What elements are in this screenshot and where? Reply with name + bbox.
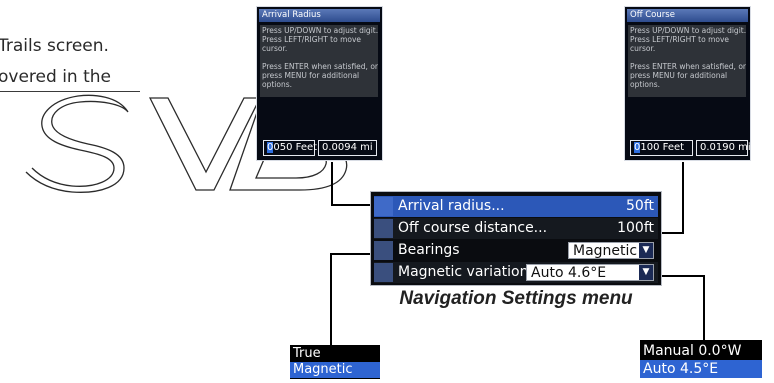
navigation-settings-menu: Arrival radius... 50ft Off course distan… (370, 191, 662, 286)
menu-item-value: 100ft (617, 220, 654, 236)
menu-item-magnetic-variation[interactable]: Magnetic variation Auto 4.6°E ▼ (374, 262, 658, 283)
bearings-options-list: True Magnetic (290, 345, 380, 379)
menu-item-off-course-distance[interactable]: Off course distance... 100ft (374, 218, 658, 239)
menu-item-label: Arrival radius... (398, 198, 505, 214)
row-gutter (374, 219, 393, 238)
row-gutter (374, 197, 393, 216)
menu-item-arrival-radius[interactable]: Arrival radius... 50ft (374, 196, 658, 217)
menu-item-bearings[interactable]: Bearings Magnetic ▼ (374, 240, 658, 261)
bearings-dropdown[interactable]: Magnetic ▼ (568, 242, 654, 259)
menu-item-value: 50ft (626, 198, 654, 214)
menu-item-label: Bearings (398, 242, 460, 258)
option-auto[interactable]: Auto 4.5°E (640, 360, 762, 378)
variation-options-list: Manual 0.0°W Auto 4.5°E (640, 340, 762, 378)
option-magnetic[interactable]: Magnetic (290, 362, 380, 378)
dropdown-value: Auto 4.6°E (531, 265, 607, 281)
option-manual[interactable]: Manual 0.0°W (640, 342, 762, 360)
menu-item-label: Off course distance... (398, 220, 548, 236)
dropdown-value: Magnetic (573, 243, 638, 259)
menu-item-label: Magnetic variation (398, 264, 529, 280)
figure-caption: Navigation Settings menu (399, 288, 633, 309)
chevron-down-icon: ▼ (639, 243, 653, 258)
row-gutter (374, 263, 393, 282)
magnetic-variation-dropdown[interactable]: Auto 4.6°E ▼ (526, 264, 654, 281)
row-gutter (374, 241, 393, 260)
chevron-down-icon: ▼ (639, 265, 653, 280)
option-true[interactable]: True (290, 346, 380, 362)
